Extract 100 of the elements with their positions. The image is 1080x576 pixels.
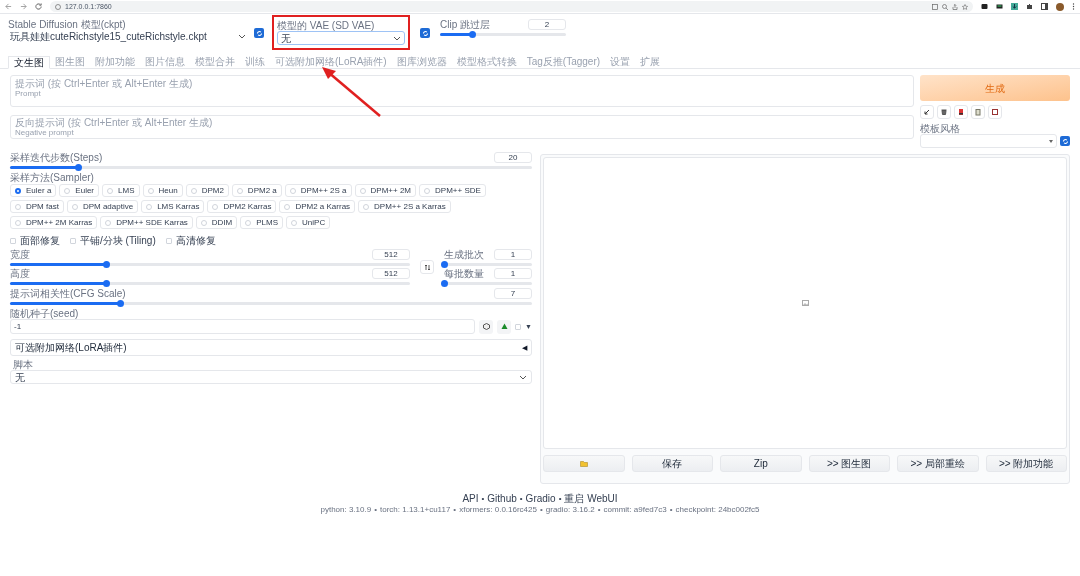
radio-option[interactable]: DPM++ 2S a: [284, 184, 352, 197]
tool-button[interactable]: [988, 105, 1002, 119]
number-field[interactable]: 512: [372, 249, 410, 260]
field-label: Stable Diffusion 模型(ckpt): [8, 19, 127, 30]
radio-option[interactable]: Euler: [59, 184, 100, 197]
checkbox[interactable]: [165, 237, 172, 244]
output-button[interactable]: Zip: [720, 455, 802, 472]
radio-option[interactable]: DPM2: [185, 184, 229, 197]
slider-label: 宽度: [10, 249, 30, 260]
radio-option[interactable]: DPM++ 2M Karras: [10, 216, 98, 229]
caret-icon: [1049, 139, 1053, 143]
sidebar-icon[interactable]: [1041, 3, 1048, 10]
output-button[interactable]: >> 图生图: [808, 455, 890, 472]
separator-dot: •: [481, 494, 485, 504]
puzzle-icon[interactable]: [1026, 3, 1033, 10]
slider-label: 高度: [10, 268, 30, 279]
model-dropdown[interactable]: 玩具娃娃cuteRichstyle15_cuteRichstyle.ckpt: [8, 30, 248, 43]
slider-thumb[interactable]: [74, 164, 82, 171]
refresh-button[interactable]: [420, 28, 430, 38]
vae-dropdown[interactable]: 无: [277, 31, 405, 45]
forward-icon[interactable]: [20, 3, 27, 10]
chevron-down-icon: [393, 35, 401, 41]
tool-button[interactable]: [954, 105, 968, 119]
checkbox[interactable]: [10, 237, 16, 244]
radio-option[interactable]: PLMS: [240, 216, 284, 229]
slider-label: 采样迭代步数(Steps): [10, 152, 103, 163]
tab[interactable]: 文生图: [8, 56, 50, 69]
clipboard-icon: [974, 108, 982, 116]
dice-icon: [482, 323, 490, 330]
output-button[interactable]: >> 局部重绘: [897, 455, 979, 472]
slider-thumb[interactable]: [441, 280, 448, 287]
slider-thumb[interactable]: [441, 261, 448, 268]
output-button[interactable]: 保存: [631, 455, 713, 472]
refresh-icon: [255, 29, 263, 37]
download-icon[interactable]: [1011, 3, 1018, 10]
menu-icon[interactable]: [1072, 3, 1075, 10]
star-icon[interactable]: [962, 3, 968, 10]
radio-option[interactable]: DPM++ 2M: [354, 184, 417, 197]
dice-button[interactable]: [479, 319, 494, 334]
translate-icon[interactable]: [932, 3, 938, 10]
field-label: 模型的 VAE (SD VAE): [277, 20, 376, 31]
number-field[interactable]: 1: [494, 249, 532, 260]
folder-icon: [579, 460, 588, 467]
number-field[interactable]: 20: [494, 152, 532, 163]
radio-option[interactable]: DPM++ 2S a Karras: [358, 200, 451, 213]
tool-button[interactable]: [937, 105, 951, 119]
radio-option[interactable]: DPM++ SDE: [419, 184, 486, 197]
radio-option[interactable]: DPM++ SDE Karras: [100, 216, 193, 229]
swap-icon: [423, 263, 431, 271]
slider-thumb[interactable]: [468, 31, 476, 38]
slider-track[interactable]: [440, 33, 566, 36]
version-text: gradio: 3.16.2: [545, 505, 595, 514]
number-field[interactable]: 512: [372, 268, 410, 279]
radio-option[interactable]: DPM2 a Karras: [279, 200, 356, 213]
image-icon: [801, 300, 809, 306]
radio-option[interactable]: DPM adaptive: [66, 200, 139, 213]
checkbox-option[interactable]: 高清修复: [165, 235, 216, 246]
footer-link[interactable]: Gradio: [525, 494, 556, 504]
zoom-icon[interactable]: [942, 3, 948, 10]
radio-option[interactable]: DDIM: [195, 216, 238, 229]
radio-option[interactable]: LMS Karras: [141, 200, 205, 213]
checkbox[interactable]: [70, 237, 76, 244]
radio-option[interactable]: LMS: [102, 184, 140, 197]
output-button[interactable]: >> 附加功能: [985, 455, 1067, 472]
footer-link[interactable]: 重启 WebUI: [564, 494, 618, 504]
radio-option[interactable]: Heun: [142, 184, 183, 197]
refresh-button[interactable]: [1060, 136, 1070, 146]
footer-link[interactable]: API: [462, 494, 479, 504]
checkbox[interactable]: [515, 323, 522, 330]
seed-field[interactable]: -1: [10, 319, 476, 334]
field-label: 反向提示词 (按 Ctrl+Enter 或 Alt+Enter 生成): [15, 117, 214, 128]
radio-option[interactable]: UniPC: [286, 216, 331, 229]
slider-thumb[interactable]: [116, 300, 124, 307]
radio-option[interactable]: DPM2 a: [231, 184, 282, 197]
swap-button[interactable]: [420, 260, 434, 274]
version-text: torch: 1.13.1+cu117: [380, 505, 451, 514]
checkbox-option[interactable]: 面部修复: [10, 235, 60, 246]
slider-thumb[interactable]: [103, 261, 110, 268]
number-field[interactable]: 2: [528, 19, 566, 30]
radio-option[interactable]: DPM2 Karras: [207, 200, 277, 213]
refresh-button[interactable]: [254, 28, 264, 38]
card-icon: [957, 108, 965, 116]
share-icon[interactable]: [952, 3, 958, 10]
radio-option[interactable]: Euler a: [10, 184, 57, 197]
radio-option[interactable]: DPM fast: [10, 200, 64, 213]
checkbox-option[interactable]: 平铺/分块 (Tiling): [70, 235, 156, 246]
version-text: commit: a9fed7c3: [603, 505, 667, 514]
separator-dot: •: [453, 505, 457, 514]
reload-icon[interactable]: [35, 3, 42, 10]
placeholder-text: Negative prompt: [15, 128, 75, 137]
version-text: python: 3.10.9: [320, 505, 372, 514]
avatar[interactable]: [1056, 2, 1064, 11]
placeholder-text: Prompt: [15, 89, 42, 98]
number-field[interactable]: 7: [494, 288, 532, 299]
back-icon[interactable]: [5, 3, 12, 10]
number-field[interactable]: 1: [494, 268, 532, 279]
slider-thumb[interactable]: [103, 280, 110, 287]
script-dropdown[interactable]: 无: [10, 370, 532, 384]
footer-link[interactable]: Github: [487, 494, 517, 504]
field-label: 随机种子(seed): [10, 308, 80, 319]
